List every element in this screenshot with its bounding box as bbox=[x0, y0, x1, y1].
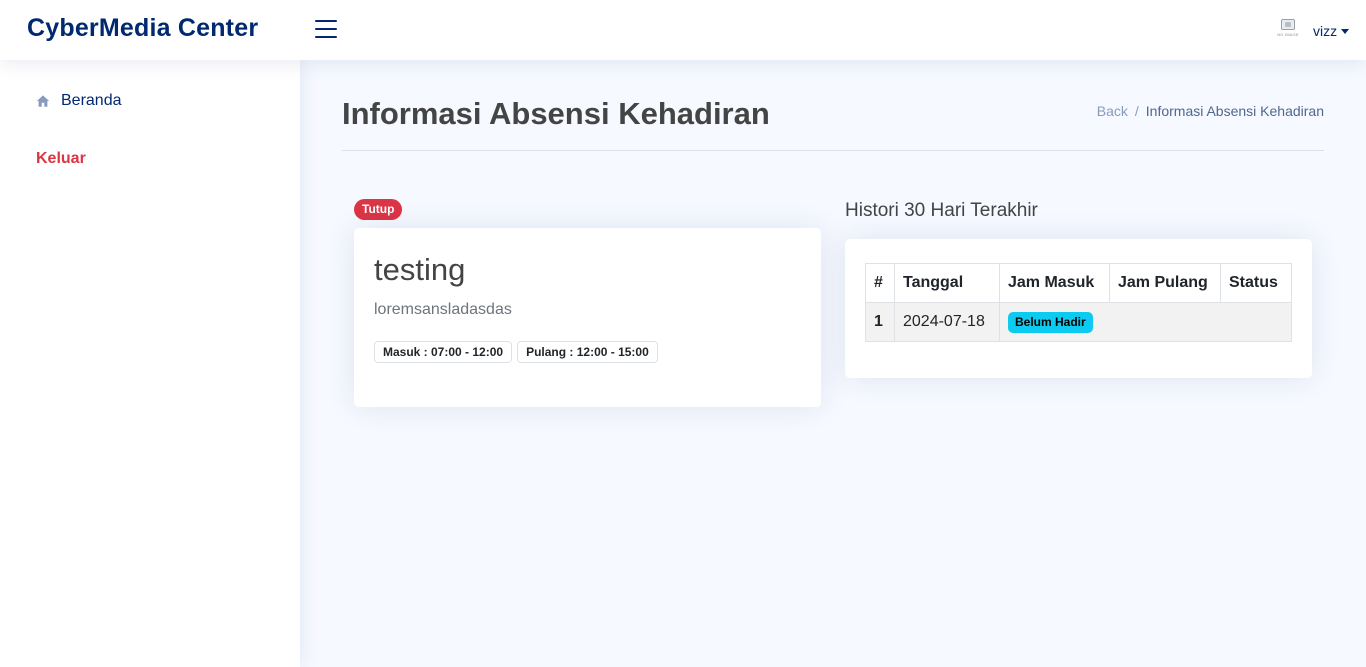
user-dropdown[interactable]: vizz bbox=[1313, 23, 1350, 39]
attendance-card: testing loremsansladasdas Masuk : 07:00 … bbox=[354, 228, 821, 407]
breadcrumb-separator: / bbox=[1134, 103, 1139, 119]
top-header: CyberMedia Center NO IMAGE vizz bbox=[0, 0, 1366, 60]
column-header-jam-masuk: Jam Masuk bbox=[999, 263, 1110, 303]
brand-logo[interactable]: CyberMedia Center bbox=[27, 14, 258, 43]
row-status-cell: Belum Hadir bbox=[999, 302, 1292, 342]
history-card: # Tanggal Jam Masuk Jam Pulang Status 1 … bbox=[845, 239, 1312, 378]
attendance-title: testing bbox=[374, 252, 466, 287]
no-image-icon bbox=[1281, 19, 1295, 30]
breadcrumb-current: Informasi Absensi Kehadiran bbox=[1145, 103, 1324, 119]
row-number: 1 bbox=[865, 302, 895, 342]
column-header-jam-pulang: Jam Pulang bbox=[1109, 263, 1221, 303]
breadcrumb: Back / Informasi Absensi Kehadiran bbox=[1097, 103, 1324, 119]
table-header-row: # Tanggal Jam Masuk Jam Pulang Status bbox=[865, 263, 1292, 303]
row-tanggal: 2024-07-18 bbox=[894, 302, 1000, 342]
title-divider bbox=[342, 150, 1324, 151]
masuk-time-badge: Masuk : 07:00 - 12:00 bbox=[374, 341, 513, 363]
time-badges: Masuk : 07:00 - 12:00 Pulang : 12:00 - 1… bbox=[374, 341, 663, 363]
page-title: Informasi Absensi Kehadiran bbox=[342, 96, 770, 131]
column-header-tanggal: Tanggal bbox=[894, 263, 1000, 303]
menu-toggle-icon[interactable] bbox=[315, 20, 337, 40]
avatar[interactable]: NO IMAGE bbox=[1277, 17, 1299, 39]
status-badge-belum-hadir: Belum Hadir bbox=[1008, 311, 1093, 333]
history-title: Histori 30 Hari Terakhir bbox=[845, 200, 1038, 221]
home-icon bbox=[36, 95, 50, 107]
sidebar-item-label: Beranda bbox=[61, 92, 122, 109]
sidebar-item-label: Keluar bbox=[36, 150, 86, 167]
breadcrumb-back-link[interactable]: Back bbox=[1097, 103, 1128, 119]
attendance-description: loremsansladasdas bbox=[374, 301, 512, 318]
pulang-time-badge: Pulang : 12:00 - 15:00 bbox=[517, 341, 658, 363]
history-table: # Tanggal Jam Masuk Jam Pulang Status 1 … bbox=[865, 263, 1292, 342]
table-row: 1 2024-07-18 Belum Hadir bbox=[865, 302, 1292, 342]
avatar-caption: NO IMAGE bbox=[1277, 32, 1299, 37]
caret-down-icon bbox=[1341, 28, 1350, 34]
column-header-number: # bbox=[865, 263, 895, 303]
username: vizz bbox=[1313, 23, 1338, 39]
sidebar-item-beranda[interactable]: Beranda bbox=[36, 92, 122, 110]
column-header-status: Status bbox=[1220, 263, 1292, 303]
sidebar-item-keluar[interactable]: Keluar bbox=[36, 150, 86, 168]
status-badge-tutup: Tutup bbox=[354, 199, 403, 220]
